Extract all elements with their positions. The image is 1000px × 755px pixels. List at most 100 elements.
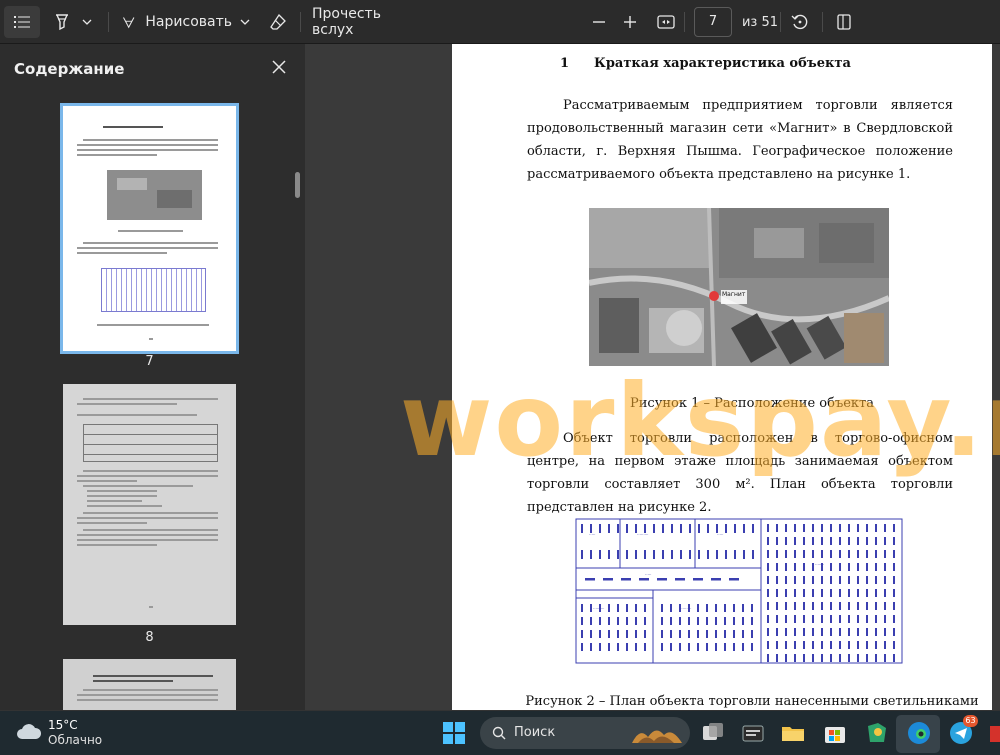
toolbar-divider bbox=[684, 12, 685, 32]
light-fixture bbox=[661, 604, 663, 612]
document-viewer[interactable]: 1 Краткая характеристика объекта Рассмат… bbox=[305, 44, 1000, 710]
light-fixture bbox=[724, 643, 726, 651]
light-fixture bbox=[866, 550, 868, 558]
minus-icon bbox=[593, 21, 605, 23]
light-fixture bbox=[830, 563, 832, 571]
gallery-button[interactable] bbox=[864, 720, 890, 746]
light-fixture bbox=[725, 524, 727, 533]
light-fixture bbox=[812, 563, 814, 571]
light-fixture bbox=[893, 589, 895, 597]
light-fixture bbox=[839, 576, 841, 584]
folder-button[interactable] bbox=[780, 720, 806, 746]
page-thumbnail-7[interactable] bbox=[60, 103, 239, 354]
light-fixture bbox=[866, 654, 868, 662]
start-button[interactable] bbox=[442, 721, 466, 745]
light-fixture bbox=[661, 643, 663, 651]
edge-icon bbox=[908, 722, 930, 744]
light-fixture bbox=[830, 628, 832, 636]
light-fixture bbox=[794, 589, 796, 597]
acrobat-button[interactable] bbox=[988, 720, 1000, 746]
light-fixture bbox=[803, 602, 805, 610]
store-icon bbox=[825, 727, 845, 743]
light-fixture bbox=[848, 628, 850, 636]
light-fixture bbox=[866, 602, 868, 610]
file-explorer-icon bbox=[742, 725, 764, 742]
light-fixture bbox=[581, 643, 583, 651]
taskbar: 15°C Облачно Поиск 63 bbox=[0, 710, 1000, 755]
light-fixture bbox=[734, 550, 736, 559]
read-aloud-button[interactable]: Прочесть вслух bbox=[312, 6, 422, 38]
light-fixture bbox=[626, 617, 628, 625]
edge-button[interactable] bbox=[906, 720, 932, 746]
light-fixture bbox=[839, 563, 841, 571]
page-view-button[interactable] bbox=[832, 6, 856, 38]
light-fixture bbox=[688, 643, 690, 651]
sidebar-close-button[interactable] bbox=[268, 56, 290, 78]
light-fixture bbox=[644, 643, 646, 651]
light-fixture bbox=[776, 602, 778, 610]
light-fixture bbox=[785, 537, 787, 545]
light-fixture bbox=[812, 654, 814, 662]
light-fixture bbox=[821, 615, 823, 623]
task-view-button[interactable] bbox=[700, 720, 726, 746]
start-icon bbox=[443, 722, 465, 744]
zoom-in-button[interactable] bbox=[619, 6, 641, 38]
light-fixture bbox=[794, 602, 796, 610]
light-fixture bbox=[608, 524, 610, 533]
light-fixture bbox=[803, 576, 805, 584]
light-fixture bbox=[830, 524, 832, 532]
light-fixture bbox=[875, 628, 877, 636]
light-fixture bbox=[662, 550, 664, 559]
chevron-down-icon bbox=[240, 19, 250, 25]
light-fixture bbox=[698, 550, 700, 559]
draw-dropdown[interactable] bbox=[236, 6, 254, 38]
page-thumbnail-9[interactable] bbox=[63, 659, 236, 710]
light-fixture bbox=[785, 524, 787, 532]
light-fixture bbox=[866, 576, 868, 584]
light-fixture bbox=[839, 628, 841, 636]
light-fixture bbox=[724, 617, 726, 625]
table-of-contents-button[interactable] bbox=[4, 6, 40, 38]
taskbar-search[interactable]: Поиск bbox=[480, 717, 690, 749]
light-fixture bbox=[893, 641, 895, 649]
light-fixture bbox=[715, 617, 717, 625]
zoom-out-button[interactable] bbox=[588, 6, 610, 38]
page-number-input[interactable]: 7 bbox=[694, 7, 732, 37]
light-fixture bbox=[742, 630, 744, 638]
fit-page-button[interactable] bbox=[654, 6, 678, 38]
eraser-button[interactable] bbox=[266, 6, 290, 38]
light-fixture bbox=[794, 563, 796, 571]
light-fixture bbox=[657, 578, 667, 581]
svg-text:·········: ········· bbox=[637, 532, 648, 537]
toolbar: Нарисовать Прочесть вслух 7 из 51 bbox=[0, 0, 1000, 44]
file-explorer-button[interactable] bbox=[740, 720, 766, 746]
light-fixture bbox=[697, 630, 699, 638]
light-fixture bbox=[839, 550, 841, 558]
light-fixture bbox=[812, 615, 814, 623]
highlight-button[interactable] bbox=[50, 6, 74, 38]
store-button[interactable] bbox=[822, 720, 848, 746]
light-fixture bbox=[679, 630, 681, 638]
light-fixture bbox=[751, 643, 753, 651]
sidebar-scrollbar[interactable] bbox=[295, 172, 300, 198]
light-fixture bbox=[776, 537, 778, 545]
light-fixture bbox=[581, 617, 583, 625]
light-fixture bbox=[893, 654, 895, 662]
light-fixture bbox=[776, 524, 778, 532]
light-fixture bbox=[733, 630, 735, 638]
light-fixture bbox=[866, 641, 868, 649]
highlight-dropdown[interactable] bbox=[78, 6, 96, 38]
light-fixture bbox=[776, 641, 778, 649]
light-fixture bbox=[830, 641, 832, 649]
light-fixture bbox=[812, 641, 814, 649]
rotate-button[interactable] bbox=[788, 6, 812, 38]
page-thumbnail-8[interactable] bbox=[63, 384, 236, 625]
light-fixture bbox=[848, 563, 850, 571]
light-fixture bbox=[794, 654, 796, 662]
draw-button[interactable]: Нарисовать bbox=[122, 6, 232, 38]
light-fixture bbox=[875, 615, 877, 623]
weather-widget[interactable] bbox=[16, 721, 42, 743]
light-fixture bbox=[688, 630, 690, 638]
document-page: 1 Краткая характеристика объекта Рассмат… bbox=[452, 44, 992, 710]
light-fixture bbox=[776, 628, 778, 636]
